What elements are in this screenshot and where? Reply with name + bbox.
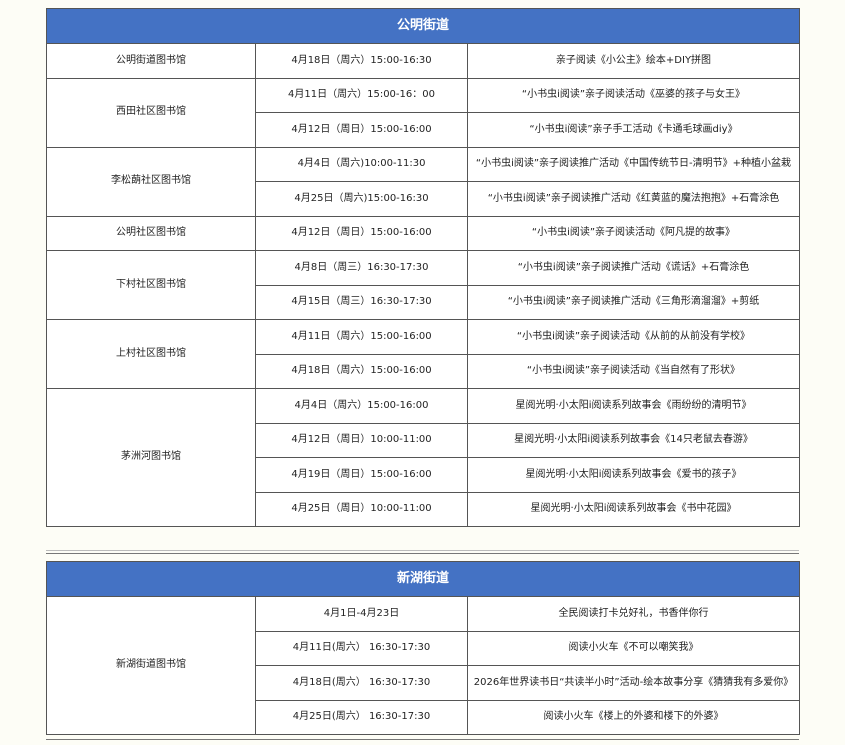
event-activity: 星阅光明·小太阳i阅读系列故事会《雨纷纷的清明节》 [467, 388, 800, 424]
event-activity: “小书虫i阅读”亲子阅读推广活动《红黄蓝的魔法抱抱》+石膏涂色 [467, 181, 800, 217]
event-time: 4月15日（周三）16:30-17:30 [255, 284, 468, 320]
event-activity: 2026年世界读书日“共读半小时”活动-绘本故事分享《猜猜我有多爱你》 [467, 665, 800, 701]
event-time: 4月12日（周日）15:00-16:00 [255, 215, 468, 251]
event-time: 4月18日(周六） 16:30-17:30 [255, 665, 468, 701]
event-activity: “小书虫i阅读”亲子手工活动《卡通毛球画diy》 [467, 112, 800, 148]
library-name: 李松蓢社区图书馆 [46, 146, 256, 217]
table-row: 茅洲河图书馆 4月4日（周六）15:00-16:00 星阅光明·小太阳i阅读系列… [46, 388, 800, 527]
event-activity: “小书虫i阅读”亲子阅读活动《巫婆的孩子与女王》 [467, 77, 800, 113]
library-name: 公明街道图书馆 [46, 43, 256, 79]
event-activity: “小书虫i阅读”亲子阅读推广活动《中国传统节日-清明节》+种植小盆栽 [467, 146, 800, 182]
library-name: 西田社区图书馆 [46, 77, 256, 148]
event-time: 4月4日（周六)10:00-11:30 [255, 146, 468, 182]
event-time: 4月11日(周六） 16:30-17:30 [255, 630, 468, 666]
event-time: 4月18日（周六）15:00-16:30 [255, 43, 468, 79]
library-name: 茅洲河图书馆 [46, 388, 256, 527]
event-time: 4月18日（周六）15:00-16:00 [255, 353, 468, 389]
xinhu-schedule-table: 新湖街道 新湖街道图书馆 4月1日-4月23日 全民阅读打卡兑好礼，书香伴你行 … [46, 561, 800, 735]
event-time: 4月19日（周日）15:00-16:00 [255, 457, 468, 493]
event-activity: 亲子阅读《小公主》绘本+DIY拼图 [467, 43, 800, 79]
page: 公明街道 公明街道图书馆 4月18日（周六）15:00-16:30 亲子阅读《小… [0, 0, 845, 745]
section-divider [46, 739, 799, 740]
event-activity: 阅读小火车《不可以嘲笑我》 [467, 630, 800, 666]
table-row: 新湖街道图书馆 4月1日-4月23日 全民阅读打卡兑好礼，书香伴你行 [46, 596, 800, 735]
event-time: 4月25日(周六） 16:30-17:30 [255, 699, 468, 735]
library-name: 下村社区图书馆 [46, 250, 256, 320]
section-divider [46, 550, 799, 551]
event-activity: 全民阅读打卡兑好礼，书香伴你行 [467, 596, 800, 632]
event-time: 4月11日（周六）15:00-16：00 [255, 77, 468, 113]
table-row: 西田社区图书馆 4月11日（周六）15:00-16：00 “小书虫i阅读”亲子阅… [46, 77, 800, 148]
section-title: 公明街道 [46, 8, 800, 44]
event-time: 4月4日（周六）15:00-16:00 [255, 388, 468, 424]
table-row: 公明社区图书馆 4月12日（周日）15:00-16:00 “小书虫i阅读”亲子阅… [46, 215, 800, 251]
table-row: 李松蓢社区图书馆 4月4日（周六)10:00-11:30 “小书虫i阅读”亲子阅… [46, 146, 800, 217]
event-time: 4月8日（周三）16:30-17:30 [255, 250, 468, 286]
event-activity: “小书虫i阅读”亲子阅读活动《阿凡提的故事》 [467, 215, 800, 251]
table-row: 公明街道图书馆 4月18日（周六）15:00-16:30 亲子阅读《小公主》绘本… [46, 43, 800, 79]
event-time: 4月12日（周日）15:00-16:00 [255, 112, 468, 148]
event-time: 4月1日-4月23日 [255, 596, 468, 632]
table-row: 上村社区图书馆 4月11日（周六）15:00-16:00 “小书虫i阅读”亲子阅… [46, 319, 800, 389]
event-activity: 星阅光明·小太阳i阅读系列故事会《书中花园》 [467, 491, 800, 527]
event-activity: “小书虫i阅读”亲子阅读推广活动《三角形滴溜溜》+剪纸 [467, 284, 800, 320]
table-row: 下村社区图书馆 4月8日（周三）16:30-17:30 “小书虫i阅读”亲子阅读… [46, 250, 800, 320]
event-time: 4月25日（周六)15:00-16:30 [255, 181, 468, 217]
gongming-schedule-table: 公明街道 公明街道图书馆 4月18日（周六）15:00-16:30 亲子阅读《小… [46, 8, 800, 527]
event-activity: 星阅光明·小太阳i阅读系列故事会《爱书的孩子》 [467, 457, 800, 493]
event-activity: “小书虫i阅读”亲子阅读活动《从前的从前没有学校》 [467, 319, 800, 355]
event-time: 4月11日（周六）15:00-16:00 [255, 319, 468, 355]
event-activity: “小书虫i阅读”亲子阅读活动《当自然有了形状》 [467, 353, 800, 389]
library-name: 上村社区图书馆 [46, 319, 256, 389]
event-activity: “小书虫i阅读”亲子阅读推广活动《谎话》+石膏涂色 [467, 250, 800, 286]
event-time: 4月25日（周日）10:00-11:00 [255, 491, 468, 527]
library-name: 新湖街道图书馆 [46, 596, 256, 735]
event-activity: 阅读小火车《楼上的外婆和楼下的外婆》 [467, 699, 800, 735]
library-name: 公明社区图书馆 [46, 215, 256, 251]
section-divider [46, 553, 799, 554]
event-time: 4月12日（周日）10:00-11:00 [255, 422, 468, 458]
section-title: 新湖街道 [46, 561, 800, 597]
event-activity: 星阅光明·小太阳i阅读系列故事会《14只老鼠去春游》 [467, 422, 800, 458]
